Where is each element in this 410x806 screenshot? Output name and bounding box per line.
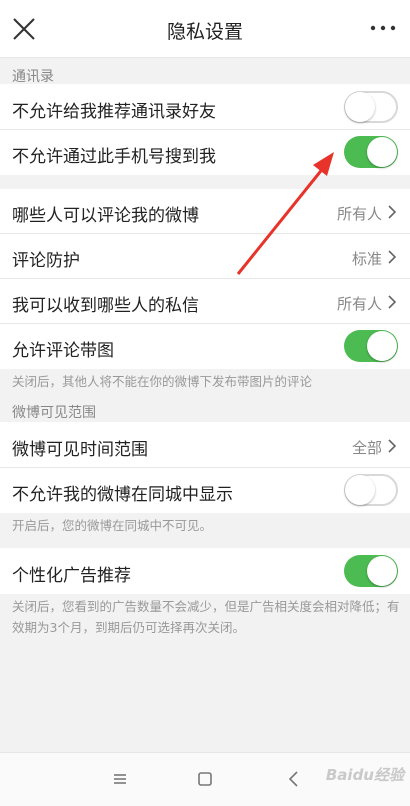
row-label: 不允许我的微博在同城中显示 xyxy=(12,485,233,505)
row-label: 评论防护 xyxy=(12,251,80,271)
row-value: 全部 xyxy=(351,439,382,457)
top-bar: 隐私设置 xyxy=(0,0,410,58)
ads-note-line2: 效期为3个月，到期后仍可选择再次关闭。 xyxy=(12,620,245,635)
row-who-can-comment[interactable]: 哪些人可以评论我的微博 所有人 xyxy=(0,189,410,234)
watermark: Baidu经验 xyxy=(325,766,404,784)
no-show-same-city-toggle[interactable] xyxy=(344,474,398,506)
row-no-search-by-phone: 不允许通过此手机号搜到我 xyxy=(0,130,410,175)
row-weibo-visible-time[interactable]: 微博可见时间范围 全部 xyxy=(0,422,410,468)
row-label: 哪些人可以评论我的微博 xyxy=(12,206,199,226)
no-recommend-contacts-toggle[interactable] xyxy=(344,91,398,123)
page-title: 隐私设置 xyxy=(166,21,243,43)
menu-icon[interactable] xyxy=(108,767,132,791)
toggle-knob xyxy=(367,331,397,361)
row-label: 允许评论带图 xyxy=(12,341,114,361)
row-label: 我可以收到哪些人的私信 xyxy=(12,296,199,316)
toggle-knob xyxy=(345,92,375,122)
comment-images-note: 关闭后，其他人将不能在你的微博下发布带图片的评论 xyxy=(12,374,313,389)
chevron-right-icon xyxy=(388,250,397,264)
toggle-knob xyxy=(367,556,397,586)
section-title-weibo-visible: 微博可见范围 xyxy=(12,405,96,421)
more-dots-icon[interactable] xyxy=(368,18,398,38)
chevron-right-icon xyxy=(388,295,397,309)
row-no-recommend-contacts: 不允许给我推荐通讯录好友 xyxy=(0,84,410,130)
row-label: 个性化广告推荐 xyxy=(12,566,131,586)
row-allow-comment-images: 允许评论带图 xyxy=(0,324,410,369)
row-value: 标准 xyxy=(351,250,382,268)
row-value: 所有人 xyxy=(336,295,382,313)
row-personalized-ads: 个性化广告推荐 xyxy=(0,548,410,594)
row-label: 不允许通过此手机号搜到我 xyxy=(12,147,216,167)
section-title-contacts: 通讯录 xyxy=(12,69,54,85)
chevron-right-icon xyxy=(388,205,397,219)
same-city-note: 开启后，您的微博在同城中不可见。 xyxy=(12,518,213,533)
home-square-icon[interactable] xyxy=(193,767,217,791)
toggle-knob xyxy=(345,475,375,505)
row-label: 微博可见时间范围 xyxy=(12,440,148,460)
back-chevron-icon[interactable] xyxy=(282,767,306,791)
allow-comment-images-toggle[interactable] xyxy=(344,330,398,362)
toggle-knob xyxy=(367,137,397,167)
ads-note-line1: 关闭后，您看到的广告数量不会减少，但是广告相关度会相对降低；有 xyxy=(12,599,400,614)
row-who-can-message[interactable]: 我可以收到哪些人的私信 所有人 xyxy=(0,279,410,324)
row-comment-protection[interactable]: 评论防护 标准 xyxy=(0,234,410,279)
row-value: 所有人 xyxy=(336,205,382,223)
personalized-ads-toggle[interactable] xyxy=(344,555,398,587)
no-search-by-phone-toggle[interactable] xyxy=(344,136,398,168)
row-label: 不允许给我推荐通讯录好友 xyxy=(12,102,216,122)
chevron-right-icon xyxy=(388,439,397,453)
row-no-show-same-city: 不允许我的微博在同城中显示 xyxy=(0,468,410,513)
